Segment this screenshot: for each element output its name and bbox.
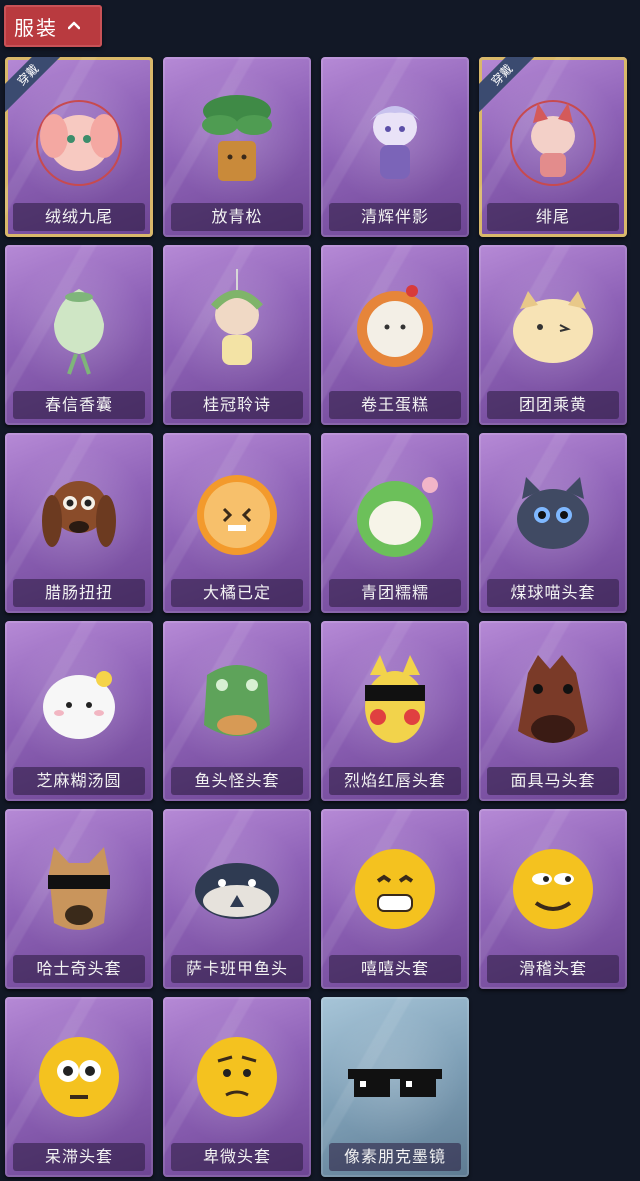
- smirk-emoji-icon: [513, 849, 593, 929]
- costume-card[interactable]: 春信香囊: [5, 245, 153, 425]
- costume-card[interactable]: 卷王蛋糕: [321, 245, 469, 425]
- yellow-mask-sunglasses-icon: [365, 655, 425, 743]
- costume-card[interactable]: 芝麻糊汤圆: [5, 621, 153, 801]
- costume-label: 腊肠扭扭: [13, 579, 145, 607]
- fish-head-icon: [204, 665, 270, 736]
- husky-sunglasses-icon: [48, 847, 110, 930]
- costume-label: 萨卡班甲鱼头: [171, 955, 303, 983]
- green-dumpling-icon: [357, 477, 438, 557]
- costume-label: 大橘已定: [171, 579, 303, 607]
- costume-card[interactable]: 放青松: [163, 57, 311, 237]
- moon-spirit-icon: [370, 106, 420, 179]
- costume-card[interactable]: 清辉伴影: [321, 57, 469, 237]
- costume-card[interactable]: 煤球喵头套: [479, 433, 627, 613]
- costume-card[interactable]: 面具马头套: [479, 621, 627, 801]
- pixel-sunglasses-icon: [348, 1069, 442, 1097]
- roll-cake-icon: [357, 285, 433, 367]
- costume-card[interactable]: 青团糯糯: [321, 433, 469, 613]
- costume-card[interactable]: 滑稽头套: [479, 809, 627, 989]
- costume-card[interactable]: 呆滞头套: [5, 997, 153, 1177]
- sesame-tangyuan-icon: [43, 671, 115, 739]
- costume-label: 呆滞头套: [13, 1143, 145, 1171]
- costume-card[interactable]: 哈士奇头套: [5, 809, 153, 989]
- costume-card[interactable]: 鱼头怪头套: [163, 621, 311, 801]
- timid-emoji-icon: [197, 1037, 277, 1117]
- costume-label: 青团糯糯: [329, 579, 461, 607]
- costume-card[interactable]: 萨卡班甲鱼头: [163, 809, 311, 989]
- costume-label: 烈焰红唇头套: [329, 767, 461, 795]
- category-title: 服装: [14, 15, 58, 40]
- black-cat-head-icon: [517, 477, 589, 549]
- round-cat-icon: [513, 291, 593, 363]
- costume-category-toggle[interactable]: 服装: [4, 5, 102, 47]
- chevron-up-icon: [68, 21, 80, 30]
- orange-slice-icon: [197, 475, 277, 555]
- costume-label: 桂冠聆诗: [171, 391, 303, 419]
- grin-emoji-icon: [355, 849, 435, 929]
- ancient-fish-head-icon: [195, 863, 279, 919]
- horse-mask-icon: [518, 655, 588, 743]
- laurel-poet-icon: [211, 269, 263, 365]
- costume-card[interactable]: 像素朋克墨镜: [321, 997, 469, 1177]
- costume-label: 煤球喵头套: [487, 579, 619, 607]
- costume-label: 绒绒九尾: [13, 203, 145, 231]
- pine-bonsai-icon: [202, 95, 272, 181]
- costume-card[interactable]: 大橘已定: [163, 433, 311, 613]
- costume-card[interactable]: 穿戴 绯尾: [479, 57, 627, 237]
- equipped-badge: 穿戴: [479, 57, 539, 117]
- costume-label: 绯尾: [487, 203, 619, 231]
- sachet-icon: [54, 289, 104, 375]
- costume-label: 面具马头套: [487, 767, 619, 795]
- costume-label: 放青松: [171, 203, 303, 231]
- costume-label: 嘻嘻头套: [329, 955, 461, 983]
- costume-label: 卷王蛋糕: [329, 391, 461, 419]
- costume-label: 团团乘黄: [487, 391, 619, 419]
- costume-label: 像素朋克墨镜: [329, 1143, 461, 1171]
- costume-label: 清辉伴影: [329, 203, 461, 231]
- costume-card[interactable]: 腊肠扭扭: [5, 433, 153, 613]
- equipped-badge: 穿戴: [5, 57, 65, 117]
- dachshund-head-icon: [42, 481, 116, 547]
- costume-card[interactable]: 穿戴 绒绒九尾: [5, 57, 153, 237]
- costume-card[interactable]: 烈焰红唇头套: [321, 621, 469, 801]
- costume-label: 滑稽头套: [487, 955, 619, 983]
- dazed-emoji-icon: [39, 1037, 119, 1117]
- costume-label: 芝麻糊汤圆: [13, 767, 145, 795]
- costume-grid: 穿戴 绒绒九尾 放青松 清辉伴影 穿戴 绯尾 春信香囊 桂冠聆诗 卷王蛋糕 团团…: [5, 57, 635, 1181]
- costume-label: 卑微头套: [171, 1143, 303, 1171]
- costume-card[interactable]: 桂冠聆诗: [163, 245, 311, 425]
- costume-card[interactable]: 嘻嘻头套: [321, 809, 469, 989]
- costume-card[interactable]: 卑微头套: [163, 997, 311, 1177]
- costume-label: 哈士奇头套: [13, 955, 145, 983]
- costume-card[interactable]: 团团乘黄: [479, 245, 627, 425]
- costume-label: 春信香囊: [13, 391, 145, 419]
- costume-label: 鱼头怪头套: [171, 767, 303, 795]
